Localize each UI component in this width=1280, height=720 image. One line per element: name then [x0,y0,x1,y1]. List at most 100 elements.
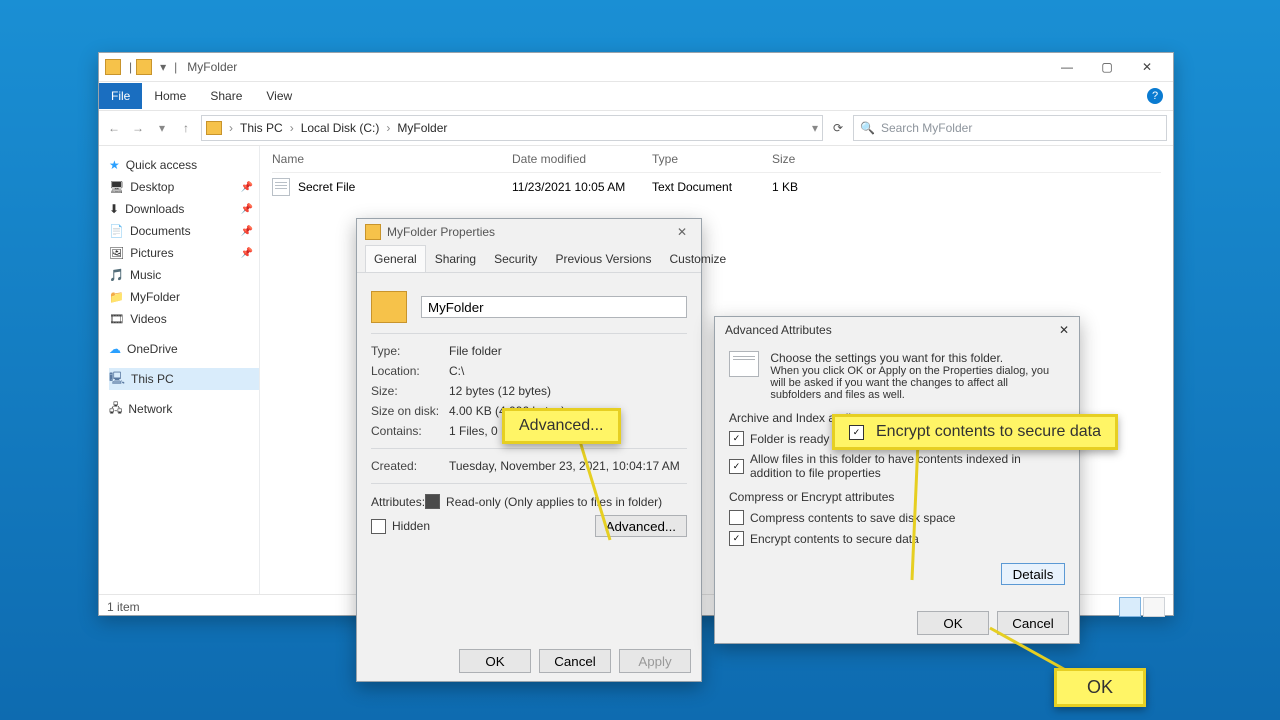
callout-advanced: Advanced... [502,408,621,444]
sidebar-label: Documents [130,224,191,238]
label-contains: Contains: [371,424,449,438]
ribbon-home[interactable]: Home [142,83,198,109]
file-row[interactable]: Secret File 11/23/2021 10:05 AM Text Doc… [272,173,1161,201]
sidebar-item-documents[interactable]: 📄Documents📌 [109,220,259,242]
properties-dialog: MyFolder Properties ✕ General Sharing Se… [356,218,702,682]
sidebar-item-music[interactable]: 🎵Music [109,264,259,286]
advanced-button[interactable]: Advanced... [595,515,687,537]
details-button[interactable]: Details [1001,563,1065,585]
advanced-titlebar: Advanced Attributes ✕ [715,317,1079,343]
callout-ok: OK [1054,668,1146,707]
checkbox-encrypt[interactable]: ✓ [729,531,744,546]
close-button[interactable]: ✕ [1127,55,1167,79]
breadcrumb-item[interactable]: Local Disk (C:) [301,121,380,135]
breadcrumb-item[interactable]: This PC [240,121,283,135]
view-details-button[interactable] [1119,597,1141,617]
sidebar-quick-access[interactable]: ★Quick access [109,154,259,176]
callout-encrypt: ✓ Encrypt contents to secure data [832,414,1118,450]
window-title: MyFolder [187,60,237,74]
sidebar-label: Pictures [130,246,173,260]
col-size[interactable]: Size [772,152,852,166]
close-button[interactable]: ✕ [671,225,693,239]
checkbox-archive[interactable]: ✓ [729,431,744,446]
file-size: 1 KB [772,180,852,194]
checkbox-icon: ✓ [849,425,864,440]
label-size: Size: [371,384,449,398]
attributes-icon [729,351,759,377]
ribbon-view[interactable]: View [254,83,304,109]
label-compress: Compress contents to save disk space [750,511,955,525]
sidebar-item-desktop[interactable]: 🖥Desktop📌 [109,176,259,198]
ok-button[interactable]: OK [917,611,989,635]
close-button[interactable]: ✕ [1059,323,1069,337]
label-size-on-disk: Size on disk: [371,404,449,418]
label-type: Type: [371,344,449,358]
refresh-button[interactable]: ⟳ [829,119,847,137]
back-button[interactable]: ← [105,119,123,137]
callout-label: Encrypt contents to secure data [876,423,1101,441]
properties-tabs: General Sharing Security Previous Versio… [357,245,701,273]
folder-icon [365,224,381,240]
sidebar-label: Desktop [130,180,174,194]
ribbon-file[interactable]: File [99,83,142,109]
ribbon-share[interactable]: Share [198,83,254,109]
sidebar-label: Downloads [125,202,184,216]
folder-icon [105,59,121,75]
minimize-button[interactable]: — [1047,55,1087,79]
forward-button[interactable]: → [129,119,147,137]
network-icon: 🖧 [109,399,122,420]
col-type[interactable]: Type [652,152,772,166]
advanced-attributes-dialog: Advanced Attributes ✕ Choose the setting… [714,316,1080,644]
cancel-button[interactable]: Cancel [539,649,611,673]
sidebar-item-downloads[interactable]: ⬇Downloads📌 [109,198,259,220]
breadcrumb-item[interactable]: MyFolder [397,121,447,135]
sidebar-network[interactable]: 🖧Network [109,398,259,420]
tab-security[interactable]: Security [485,245,546,272]
sidebar-label: OneDrive [127,342,178,356]
value-size: 12 bytes (12 bytes) [449,384,551,398]
search-icon: 🔍 [860,121,875,135]
titlebar-sep: ▾ [160,60,166,74]
col-date[interactable]: Date modified [512,152,652,166]
dialog-title: MyFolder Properties [387,225,495,239]
checkbox-readonly[interactable] [425,494,440,509]
message-line1: Choose the settings you want for this fo… [770,351,1060,365]
folder-name-input[interactable] [421,296,687,318]
sidebar-item-pictures[interactable]: 🖼Pictures📌 [109,242,259,264]
breadcrumb[interactable]: › This PC › Local Disk (C:) › MyFolder ▾ [201,115,823,141]
sidebar-this-pc[interactable]: 🖳This PC [109,368,259,390]
up-button[interactable]: ↑ [177,119,195,137]
ok-button[interactable]: OK [459,649,531,673]
search-input[interactable]: 🔍 Search MyFolder [853,115,1167,141]
tab-sharing[interactable]: Sharing [426,245,485,272]
view-icons-button[interactable] [1143,597,1165,617]
recent-dropdown[interactable]: ▾ [153,119,171,137]
checkbox-index[interactable]: ✓ [729,459,744,474]
folder-icon [371,291,407,323]
apply-button[interactable]: Apply [619,649,691,673]
tab-customize[interactable]: Customize [660,245,735,272]
sidebar: ★Quick access 🖥Desktop📌 ⬇Downloads📌 📄Doc… [99,146,260,594]
col-name[interactable]: Name [272,152,512,166]
tab-general[interactable]: General [365,245,426,272]
sidebar-item-myfolder[interactable]: 📁MyFolder [109,286,259,308]
tab-previous-versions[interactable]: Previous Versions [546,245,660,272]
nav-row: ← → ▾ ↑ › This PC › Local Disk (C:) › My… [99,111,1173,146]
search-placeholder: Search MyFolder [881,121,972,135]
help-icon[interactable]: ? [1147,88,1163,104]
cancel-button[interactable]: Cancel [997,611,1069,635]
value-location: C:\ [449,364,464,378]
text-file-icon [272,178,290,196]
maximize-button[interactable]: ▢ [1087,55,1127,79]
checkbox-hidden[interactable] [371,519,386,534]
checkbox-compress[interactable] [729,510,744,525]
sidebar-item-videos[interactable]: 🎞Videos [109,308,259,330]
sidebar-onedrive[interactable]: ☁OneDrive [109,338,259,360]
label-location: Location: [371,364,449,378]
explorer-titlebar: | ▾ | MyFolder — ▢ ✕ [99,53,1173,82]
pin-icon: 📌 [241,204,253,215]
callout-label: Advanced... [519,417,604,435]
folder-icon [206,121,222,135]
label-encrypt: Encrypt contents to secure data [750,532,919,546]
ribbon: File Home Share View ? [99,82,1173,111]
